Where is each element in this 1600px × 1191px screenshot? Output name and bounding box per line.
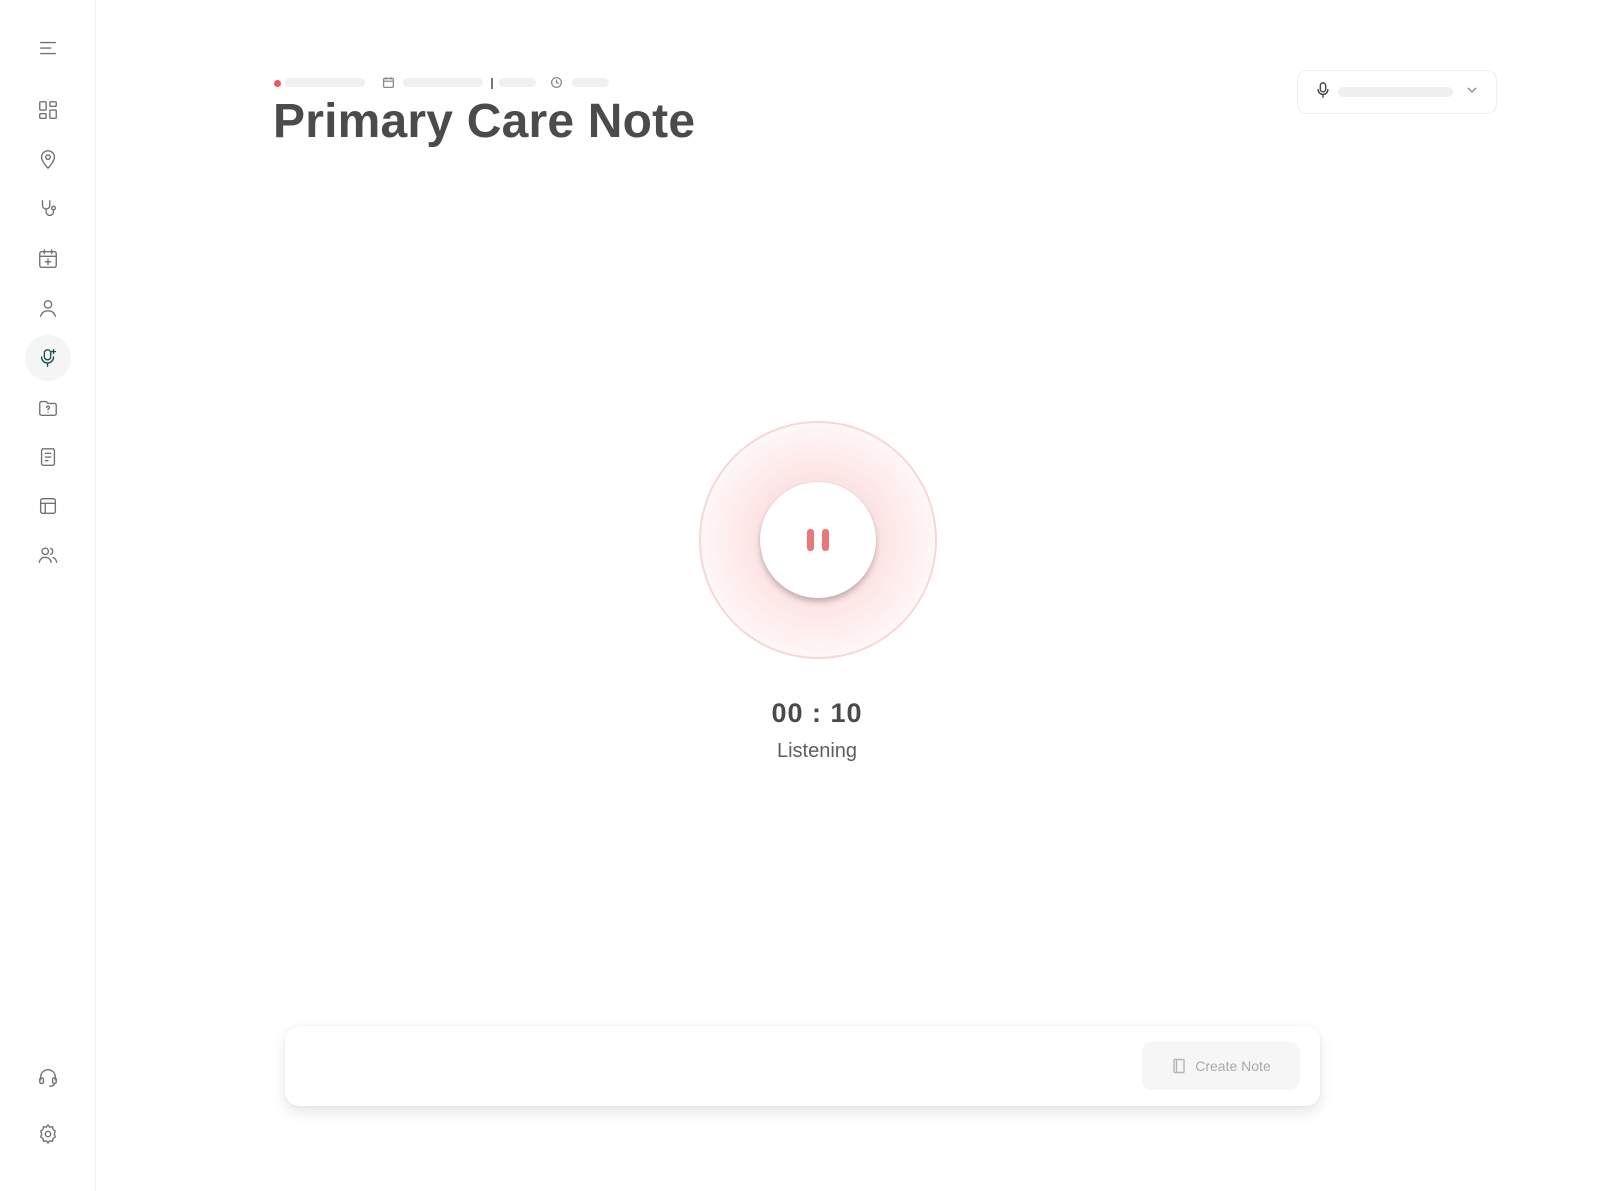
bottom-action-bar: Create Note — [285, 1026, 1320, 1106]
folder-question-icon[interactable] — [25, 385, 71, 431]
mic-sparkle-icon[interactable] — [25, 335, 71, 381]
chevron-down-icon — [1466, 83, 1478, 101]
divider — [491, 78, 493, 89]
create-note-button[interactable]: Create Note — [1142, 1042, 1300, 1090]
dashboard-icon[interactable] — [25, 87, 71, 133]
date-skeleton — [403, 78, 483, 87]
location-pin-icon[interactable] — [25, 136, 71, 182]
user-icon[interactable] — [25, 285, 71, 331]
microphone-select[interactable] — [1297, 70, 1497, 114]
calendar-icon — [382, 76, 395, 89]
clock-icon — [550, 76, 563, 89]
microphone-name-skeleton — [1338, 87, 1453, 97]
document-icon[interactable] — [25, 434, 71, 480]
recording-indicator — [274, 80, 281, 87]
headset-icon[interactable] — [25, 1054, 71, 1100]
recording-status: Listening — [776, 740, 858, 762]
meta-skeleton — [285, 78, 365, 87]
pause-button[interactable] — [760, 482, 876, 598]
stethoscope-icon[interactable] — [25, 186, 71, 232]
sidebar — [0, 0, 96, 1191]
menu-icon[interactable] — [25, 25, 71, 71]
recording-timer: 00 : 10 — [771, 698, 863, 728]
table-icon[interactable] — [25, 483, 71, 529]
recorder — [699, 421, 937, 659]
date-skeleton-2 — [499, 78, 536, 87]
create-note-label: Create Note — [1195, 1058, 1271, 1074]
pause-icon — [807, 529, 829, 551]
calendar-add-icon[interactable] — [25, 236, 71, 282]
time-skeleton — [572, 78, 609, 87]
microphone-icon — [1316, 81, 1330, 103]
settings-icon[interactable] — [25, 1111, 71, 1157]
note-meta-row — [274, 76, 634, 90]
page-title: Primary Care Note — [273, 95, 696, 148]
users-icon[interactable] — [25, 532, 71, 578]
notebook-icon — [1173, 1058, 1185, 1074]
